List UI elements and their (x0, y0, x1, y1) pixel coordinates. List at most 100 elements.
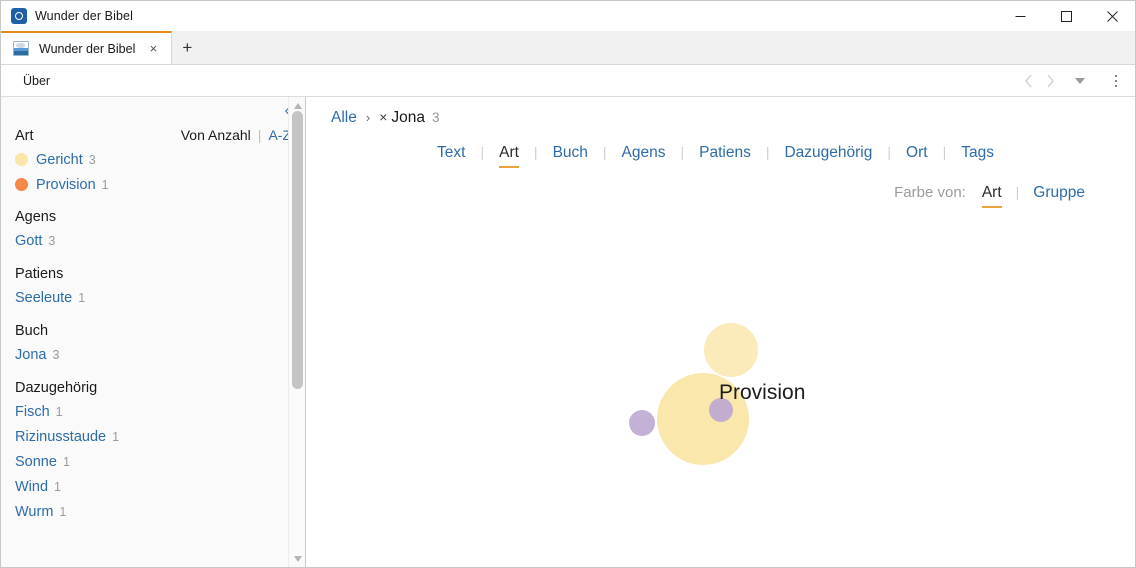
facet-item-label: Jona (15, 347, 47, 363)
bubble-gericht-small[interactable] (704, 323, 758, 377)
facet-item-label: Gott (15, 233, 43, 249)
document-image-icon (13, 41, 29, 56)
menu-bar: Über (1, 65, 1135, 97)
sort-controls: Von Anzahl | A-Z (181, 127, 291, 143)
facet-item-gericht[interactable]: Gericht 3 (1, 151, 305, 176)
tab-separator: | (480, 144, 485, 160)
title-bar: Wunder der Bibel (1, 1, 1135, 31)
sidebar-header: « (1, 97, 305, 127)
facet-item-provision[interactable]: Provision 1 (1, 176, 305, 201)
tab-agens[interactable]: Agens (622, 144, 666, 166)
tab-separator: | (602, 144, 607, 160)
facet-group-buch: Buch Jona 3 (1, 323, 305, 372)
color-by-gruppe[interactable]: Gruppe (1033, 184, 1085, 206)
facet-item-wind[interactable]: Wind 1 (1, 479, 305, 504)
window-title: Wunder der Bibel (35, 9, 133, 23)
tab-dazugehoerig[interactable]: Dazugehörig (784, 144, 872, 166)
application-window: Wunder der Bibel Wunder der Bibel × + Üb… (0, 0, 1136, 568)
tab-patiens[interactable]: Patiens (699, 144, 751, 166)
facet-group-header: Art Von Anzahl | A-Z (1, 127, 305, 151)
facet-group-title: Buch (15, 323, 49, 339)
facet-item-label: Wind (15, 479, 49, 495)
facet-item-count: 1 (62, 455, 70, 469)
facet-item-count: 3 (88, 153, 96, 167)
facet-item-label: Seeleute (15, 290, 73, 306)
tab-ort[interactable]: Ort (906, 144, 928, 166)
tab-strip: Wunder der Bibel × + (1, 31, 1135, 65)
toolbar-right (1017, 65, 1129, 97)
facet-item-count: 3 (52, 348, 60, 362)
breadcrumb-term: Jona (391, 109, 426, 126)
facet-group-header: Dazugehörig (1, 380, 305, 404)
facet-group-title: Patiens (15, 266, 64, 282)
tab-separator: | (942, 144, 947, 160)
facet-item-count: 1 (55, 405, 63, 419)
new-tab-button[interactable]: + (172, 31, 202, 64)
tab-buch[interactable]: Buch (553, 144, 588, 166)
bubble-provision-inner[interactable] (629, 410, 655, 436)
breadcrumb-count: 3 (432, 110, 440, 125)
sort-by-count[interactable]: Von Anzahl (181, 127, 251, 143)
facet-group-header: Buch (1, 323, 305, 347)
facet-item-seeleute[interactable]: Seeleute 1 (1, 290, 305, 315)
tab-art[interactable]: Art (499, 144, 519, 168)
facet-item-label: Provision (36, 177, 96, 193)
color-swatch-icon (15, 153, 28, 166)
facet-item-gott[interactable]: Gott 3 (1, 233, 305, 258)
tab-text[interactable]: Text (437, 144, 465, 166)
scrollbar-thumb[interactable] (292, 111, 303, 389)
color-by-art[interactable]: Art (981, 184, 1002, 208)
nav-back-icon[interactable] (1017, 65, 1039, 97)
breadcrumb-root[interactable]: Alle (331, 109, 357, 127)
nav-forward-icon[interactable] (1039, 65, 1061, 97)
facet-item-rizinusstaude[interactable]: Rizinusstaude 1 (1, 429, 305, 454)
facet-group-title: Agens (15, 209, 57, 225)
facet-item-jona[interactable]: Jona 3 (1, 347, 305, 372)
color-by-separator: | (1015, 184, 1020, 200)
facet-item-count: 3 (48, 234, 56, 248)
scroll-down-icon[interactable] (289, 550, 306, 567)
facet-group-header: Patiens (1, 266, 305, 290)
app-logo-icon (11, 8, 27, 24)
menu-item-ueber[interactable]: Über (13, 71, 60, 91)
facet-item-label: Sonne (15, 454, 57, 470)
close-button[interactable] (1089, 1, 1135, 31)
overflow-menu-icon[interactable] (1103, 65, 1129, 97)
facet-item-fisch[interactable]: Fisch 1 (1, 404, 305, 429)
tab-close-icon[interactable]: × (143, 39, 163, 59)
window-controls (997, 1, 1135, 31)
facet-item-label: Fisch (15, 404, 50, 420)
facet-item-count: 1 (59, 505, 67, 519)
breadcrumb-separator: › (365, 110, 371, 125)
minimize-button[interactable] (997, 1, 1043, 31)
facet-group-header: Agens (1, 209, 305, 233)
color-by-row: Farbe von: Art | Gruppe (306, 184, 1135, 208)
bubble-gericht-large[interactable] (657, 373, 749, 465)
tab-separator: | (887, 144, 892, 160)
facet-item-label: Gericht (36, 152, 83, 168)
facet-group-agens: Agens Gott 3 (1, 209, 305, 258)
facet-item-count: 1 (78, 291, 86, 305)
bubble-label-provision: Provision (719, 381, 806, 404)
tab-tags[interactable]: Tags (961, 144, 994, 166)
main-panel: Alle › × Jona 3 Text | Art | Buch | Agen… (306, 97, 1135, 567)
facet-list: Art Von Anzahl | A-Z Gericht 3 Provision… (1, 127, 305, 567)
color-swatch-icon (15, 178, 28, 191)
facet-item-sonne[interactable]: Sonne 1 (1, 454, 305, 479)
facet-item-count: 1 (101, 178, 109, 192)
view-tabs: Text | Art | Buch | Agens | Patiens | Da… (306, 144, 1135, 168)
facet-item-count: 1 (112, 430, 120, 444)
facet-item-wurm[interactable]: Wurm 1 (1, 504, 305, 529)
facet-item-label: Wurm (15, 504, 54, 520)
maximize-button[interactable] (1043, 1, 1089, 31)
tab-label: Wunder der Bibel (39, 41, 136, 56)
tab-wunder-der-bibel[interactable]: Wunder der Bibel × (1, 31, 173, 64)
tab-separator: | (765, 144, 770, 160)
main-body: « Art Von Anzahl | A-Z Geric (1, 97, 1135, 567)
tab-separator: | (680, 144, 685, 160)
facet-group-art: Art Von Anzahl | A-Z Gericht 3 Provision… (1, 127, 305, 201)
bubble-provision[interactable] (709, 398, 733, 422)
sidebar-scrollbar[interactable] (288, 97, 305, 567)
breadcrumb-remove-icon[interactable]: × (379, 109, 387, 125)
chevron-down-icon[interactable] (1069, 65, 1091, 97)
